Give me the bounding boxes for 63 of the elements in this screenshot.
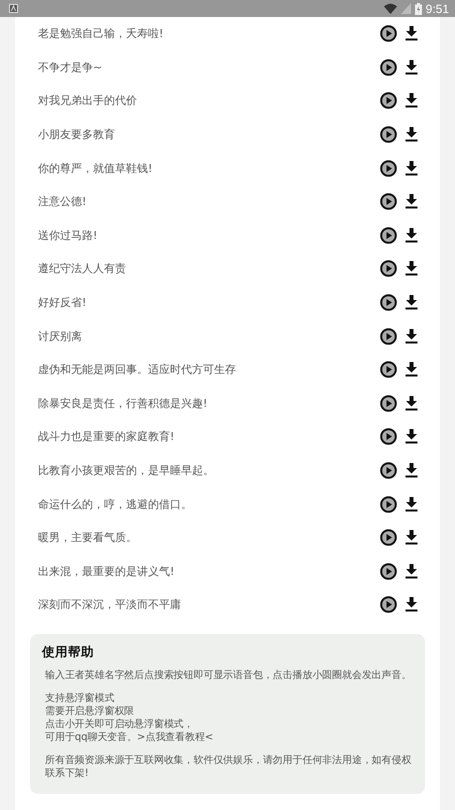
play-icon[interactable] <box>380 126 397 144</box>
voice-line-text[interactable]: 小朋友要多教育 <box>38 127 380 142</box>
help-paragraph: 支持悬浮窗模式 需要开启悬浮窗权限 点击小开关即可启动悬浮窗模式， 可用于qq聊天变音。>点我查看教程< <box>45 692 214 744</box>
voice-line-text[interactable]: 虚伪和无能是两回事。适应时代方可生存 <box>38 362 380 378</box>
play-icon[interactable] <box>380 193 397 210</box>
play-icon[interactable] <box>380 529 397 546</box>
voice-line-text[interactable]: 讨厌别离 <box>38 328 380 344</box>
download-icon[interactable] <box>405 93 418 108</box>
voice-line-text[interactable]: 除暴安良是责任，行善积德是兴趣! <box>38 396 380 411</box>
play-icon[interactable] <box>380 160 397 177</box>
voice-line-text[interactable]: 好好反省! <box>38 295 380 310</box>
help-paragraph: 所有音频资源来源于互联网收集，软件仅供娱乐，请勿用于任何非法用途，如有侵权联系下架! <box>45 754 412 780</box>
download-icon[interactable] <box>405 429 418 444</box>
play-icon[interactable] <box>380 394 397 412</box>
play-icon[interactable] <box>380 496 397 513</box>
voice-line-text[interactable]: 战斗力也是重要的家庭教育! <box>38 429 380 444</box>
play-icon[interactable] <box>380 596 397 614</box>
play-icon[interactable] <box>380 328 397 345</box>
status-time: 9:51 <box>426 2 449 16</box>
play-icon[interactable] <box>380 25 397 42</box>
help-paragraph: 输入王者英雄名字然后点搜索按钮即可显示语音包，点击播放小圆圈就会发出声音。 <box>45 668 412 682</box>
signal-icon <box>400 3 411 14</box>
download-icon[interactable] <box>405 127 418 142</box>
download-icon[interactable] <box>405 597 418 612</box>
voice-line-text[interactable]: 你的尊严，就值草鞋钱! <box>38 160 380 176</box>
play-icon[interactable] <box>380 428 397 446</box>
download-icon[interactable] <box>405 160 418 176</box>
voice-line-text[interactable]: 深刻而不深沉，平淡而不平庸 <box>38 597 380 612</box>
play-icon[interactable] <box>380 226 397 244</box>
download-icon[interactable] <box>405 26 418 42</box>
play-icon[interactable] <box>380 260 397 278</box>
download-icon[interactable] <box>405 60 418 75</box>
wifi-icon <box>384 3 397 14</box>
play-icon[interactable] <box>380 58 397 76</box>
download-icon[interactable] <box>405 564 418 579</box>
voice-line-text[interactable]: 对我兄弟出手的代价 <box>38 93 380 108</box>
voice-line-text[interactable]: 暖男，主要看气质。 <box>38 530 380 546</box>
battery-icon <box>414 2 422 14</box>
voice-line-text[interactable]: 注意公德! <box>38 194 380 210</box>
play-icon[interactable] <box>380 92 397 110</box>
play-icon[interactable] <box>380 562 397 580</box>
download-icon[interactable] <box>405 463 418 478</box>
voice-line-text[interactable]: 送你过马路! <box>38 228 380 243</box>
voice-line-text[interactable]: 遵纪守法人人有责 <box>38 261 380 276</box>
download-icon[interactable] <box>405 496 418 512</box>
download-icon[interactable] <box>405 261 418 276</box>
download-icon[interactable] <box>405 396 418 411</box>
play-icon[interactable] <box>380 294 397 312</box>
play-icon[interactable] <box>380 462 397 480</box>
voice-line-text[interactable]: 比教育小孩更艰苦的，是早睡早起。 <box>38 463 380 478</box>
download-icon[interactable] <box>405 228 418 243</box>
voice-line-text[interactable]: 老是勉强自己输，夭寿啦! <box>38 26 380 42</box>
help-title: 使用帮助 <box>42 644 95 661</box>
download-icon[interactable] <box>405 362 418 378</box>
voice-line-text[interactable]: 不争才是争~ <box>38 60 380 75</box>
download-icon[interactable] <box>405 530 418 546</box>
voice-line-text[interactable]: 出来混，最重要的是讲义气! <box>38 564 380 579</box>
download-icon[interactable] <box>405 194 418 210</box>
voice-line-text[interactable]: 命运什么的，哼，逃避的借口。 <box>38 496 380 512</box>
play-icon[interactable] <box>380 361 397 378</box>
notification-icon <box>9 4 18 13</box>
download-icon[interactable] <box>405 295 418 310</box>
download-icon[interactable] <box>405 328 418 344</box>
